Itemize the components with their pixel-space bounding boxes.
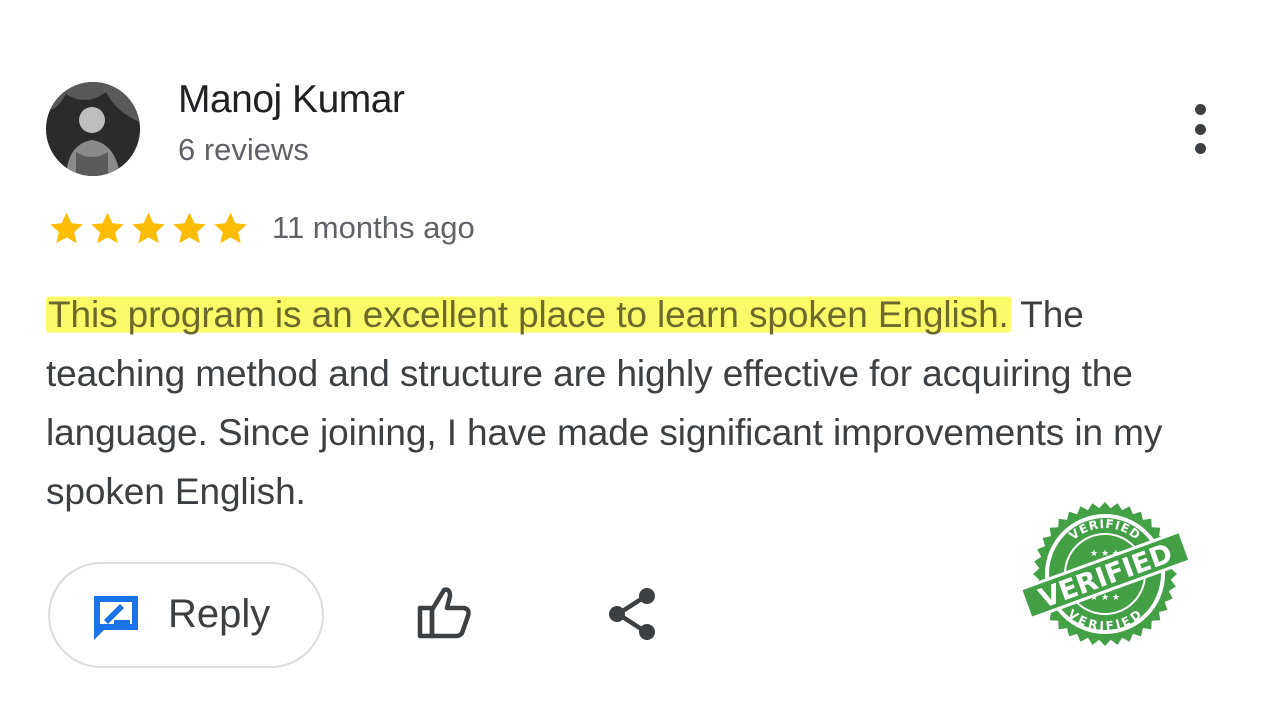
more-options-button[interactable] [1176,98,1224,160]
review-card: Manoj Kumar 6 reviews 11 months ago This… [0,0,1280,720]
thumb-up-icon [417,587,471,639]
highlighted-text: This program is an excellent place to le… [46,294,1011,335]
reviewer-name[interactable]: Manoj Kumar [178,78,405,122]
reply-icon [94,596,138,640]
star-icon [91,212,124,244]
avatar-photo [46,82,140,176]
more-vert-icon-dot [1194,123,1206,135]
star-rating [46,208,251,250]
avatar[interactable] [46,82,140,176]
star-icon [132,212,165,244]
review-time: 11 months ago [272,210,475,245]
star-icon [214,212,247,244]
star-icon [173,212,206,244]
review-text: This program is an excellent place to le… [46,285,1226,521]
reply-label: Reply [168,592,271,636]
like-button[interactable] [412,584,474,642]
reply-button[interactable]: Reply [48,562,324,668]
share-button[interactable] [604,586,662,642]
more-vert-icon [1194,104,1206,115]
share-icon [609,588,655,640]
star-icon [50,212,83,244]
review-count[interactable]: 6 reviews [178,132,309,168]
more-vert-icon-dot [1194,143,1206,154]
verified-stamp-icon: VERIFIED VERIFIED ★ ★ ★ ★ ★ ★ VERIFIED [1020,502,1190,646]
